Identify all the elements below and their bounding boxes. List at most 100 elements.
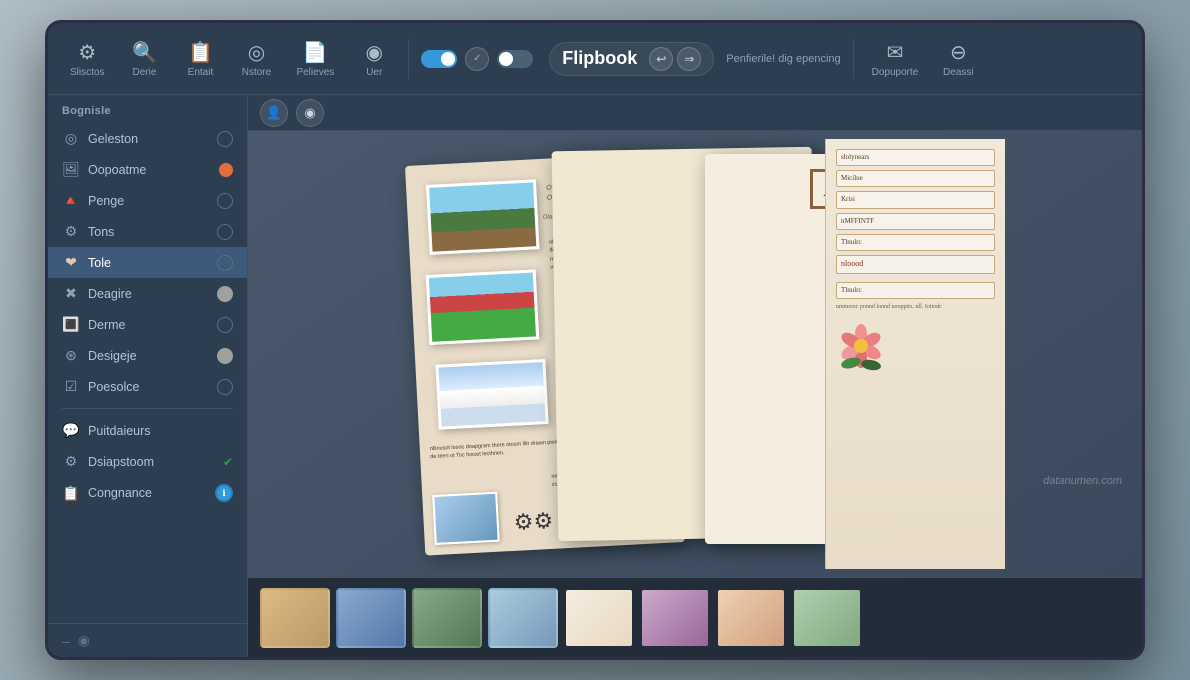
- nstore-icon: ◎: [248, 40, 265, 65]
- sidebar-item-deagire[interactable]: ✖ Deagire: [48, 278, 247, 309]
- tole-radio[interactable]: [217, 255, 233, 271]
- toolbar-label-pelieves: Pelieves: [296, 67, 334, 78]
- oopoatme-radio[interactable]: [219, 163, 233, 177]
- thumbnail-3[interactable]: [412, 588, 482, 648]
- toolbar-item-dopuporte[interactable]: ✉ Dopuporte: [862, 34, 929, 84]
- circle-tool-button[interactable]: ◉: [296, 99, 324, 127]
- thumbnail-strip: [248, 577, 1142, 657]
- thumbnail-5[interactable]: [564, 588, 634, 648]
- tons-radio[interactable]: [217, 224, 233, 240]
- toolbar-label-derie: Derie: [133, 67, 157, 78]
- penge-radio[interactable]: [217, 193, 233, 209]
- flipbook-title: Flipbook: [562, 48, 637, 69]
- thumbnail-1[interactable]: [260, 588, 330, 648]
- footer-circle-icon[interactable]: ◉: [78, 632, 90, 649]
- geleston-radio[interactable]: [217, 131, 233, 147]
- toolbar-item-nstore[interactable]: ◎ Nstore: [230, 34, 282, 84]
- watermark: datanumen.com: [1043, 475, 1122, 487]
- gear-decoration: ⚙⚙: [513, 508, 554, 536]
- photo-small-left: [432, 492, 500, 545]
- puitdaieurs-icon: 💬: [62, 422, 80, 439]
- sidebar-item-label-desigeje: Desigeje: [88, 349, 209, 363]
- sticker-micilue: Micilue: [836, 170, 995, 187]
- toggle-label: Penfierile! dig epencing: [726, 53, 840, 65]
- poesolce-icon: ☑: [62, 378, 80, 395]
- photo-mountain: [426, 179, 540, 255]
- sidebar-section-title: Bognisle: [48, 95, 247, 123]
- poesolce-radio[interactable]: [217, 379, 233, 395]
- thumbnail-4[interactable]: [488, 588, 558, 648]
- toolbar-item-uer[interactable]: ◉ Uer: [348, 34, 400, 84]
- flipbook-view: Ostlirca llene Pustonisono Obturne Olast…: [248, 131, 1142, 577]
- toolbar-item-pelieves[interactable]: 📄 Pelieves: [286, 34, 344, 84]
- deagire-icon: ✖: [62, 285, 80, 302]
- toolbar-separator-2: [853, 39, 854, 79]
- user-tool-button[interactable]: 👤: [260, 99, 288, 127]
- toggle-switch-2[interactable]: [497, 50, 533, 68]
- sidebar-item-label-oopoatme: Oopoatme: [88, 163, 211, 177]
- dopuporte-icon: ✉: [887, 40, 904, 65]
- sidebar-item-label-tole: Tole: [88, 256, 209, 270]
- toolbar-label-deassi: Deassi: [943, 67, 974, 78]
- toolbar-item-entait[interactable]: 📋 Entait: [174, 34, 226, 84]
- sidebar-item-label-puitdaieurs: Puitdaieurs: [88, 424, 233, 438]
- penge-icon: 🔺: [62, 192, 80, 209]
- sidebar: Bognisle ◎ Geleston 🖼 Oopoatme 🔺 Penge: [48, 95, 248, 657]
- toggle-switch[interactable]: [421, 50, 457, 68]
- content-area: 👤 ◉: [248, 95, 1142, 657]
- sidebar-divider: [62, 408, 233, 409]
- sidebar-item-tole[interactable]: ❤ Tole: [48, 247, 247, 278]
- nav-next-button[interactable]: ⇒: [677, 47, 701, 71]
- deagire-radio[interactable]: [217, 286, 233, 302]
- sidebar-item-penge[interactable]: 🔺 Penge: [48, 185, 247, 216]
- toolbar-item-slicers[interactable]: ⚙ Slisctos: [60, 34, 114, 84]
- sidebar-item-oopoatme[interactable]: 🖼 Oopoatme: [48, 154, 247, 185]
- sticker-slolynears: slolynears: [836, 149, 995, 166]
- derme-radio[interactable]: [217, 317, 233, 333]
- thumbnail-2[interactable]: [336, 588, 406, 648]
- flipbook-group: Flipbook ↩ ⇒: [549, 42, 714, 76]
- sidebar-item-label-poesolce: Poesolce: [88, 380, 209, 394]
- sidebar-item-label-dsiapstoom: Dsiapstoom: [88, 455, 215, 469]
- sidebar-item-geleston[interactable]: ◎ Geleston: [48, 123, 247, 154]
- dsiapstoom-icon: ⚙: [62, 453, 80, 470]
- sidebar-item-label-deagire: Deagire: [88, 287, 209, 301]
- thumbnail-7[interactable]: [716, 588, 786, 648]
- dsiapstoom-check: ✔: [223, 455, 233, 469]
- sidebar-item-congnance[interactable]: 📋 Congnance ℹ: [48, 477, 247, 509]
- toolbar-label-slicers: Slisctos: [70, 67, 104, 78]
- tole-icon: ❤: [62, 254, 80, 271]
- content-toolbar: 👤 ◉: [248, 95, 1142, 131]
- geleston-icon: ◎: [62, 130, 80, 147]
- sidebar-item-derme[interactable]: 🔳 Derme: [48, 309, 247, 340]
- sidebar-item-label-tons: Tons: [88, 225, 209, 239]
- nav-arrow-check: ✓: [465, 47, 489, 71]
- sidebar-item-dsiapstoom[interactable]: ⚙ Dsiapstoom ✔: [48, 446, 247, 477]
- sidebar-item-desigeje[interactable]: ⊛ Desigeje: [48, 340, 247, 371]
- derme-icon: 🔳: [62, 316, 80, 333]
- thumbnail-6[interactable]: [640, 588, 710, 648]
- footer-minus-icon[interactable]: –: [62, 633, 70, 649]
- toolbar-item-derie[interactable]: 🔍 Derie: [118, 34, 170, 84]
- sidebar-item-poesolce[interactable]: ☑ Poesolce: [48, 371, 247, 402]
- small-flower-svg: [836, 321, 886, 371]
- toolbar-item-deassi[interactable]: ⊖ Deassi: [932, 34, 984, 84]
- photo-sky: [435, 359, 548, 430]
- sticker-nmffintf: nMFFINTF: [836, 213, 995, 230]
- nav-prev-button[interactable]: ↩: [649, 47, 673, 71]
- sticker-krisi: Krisi: [836, 191, 995, 208]
- toolbar-separator-1: [408, 39, 409, 79]
- toolbar-label-dopuporte: Dopuporte: [872, 67, 919, 78]
- toolbar-label-nstore: Nstore: [242, 67, 271, 78]
- deassi-icon: ⊖: [950, 40, 967, 65]
- sticker-extra: Tlnulrc nmmrsoc ponnd lonnd nooppirs. nl…: [836, 282, 995, 313]
- main-area: Bognisle ◎ Geleston 🖼 Oopoatme 🔺 Penge: [48, 95, 1142, 657]
- congnance-badge: ℹ: [215, 484, 233, 502]
- sidebar-item-tons[interactable]: ⚙ Tons: [48, 216, 247, 247]
- desigeje-radio[interactable]: [217, 348, 233, 364]
- slicers-icon: ⚙: [78, 40, 96, 65]
- monitor: ⚙ Slisctos 🔍 Derie 📋 Entait ◎ Nstore 📄 P…: [45, 20, 1145, 660]
- sticker-tlnulrc2: Tlnulrc: [836, 282, 995, 299]
- sidebar-item-puitdaieurs[interactable]: 💬 Puitdaieurs: [48, 415, 247, 446]
- thumbnail-8[interactable]: [792, 588, 862, 648]
